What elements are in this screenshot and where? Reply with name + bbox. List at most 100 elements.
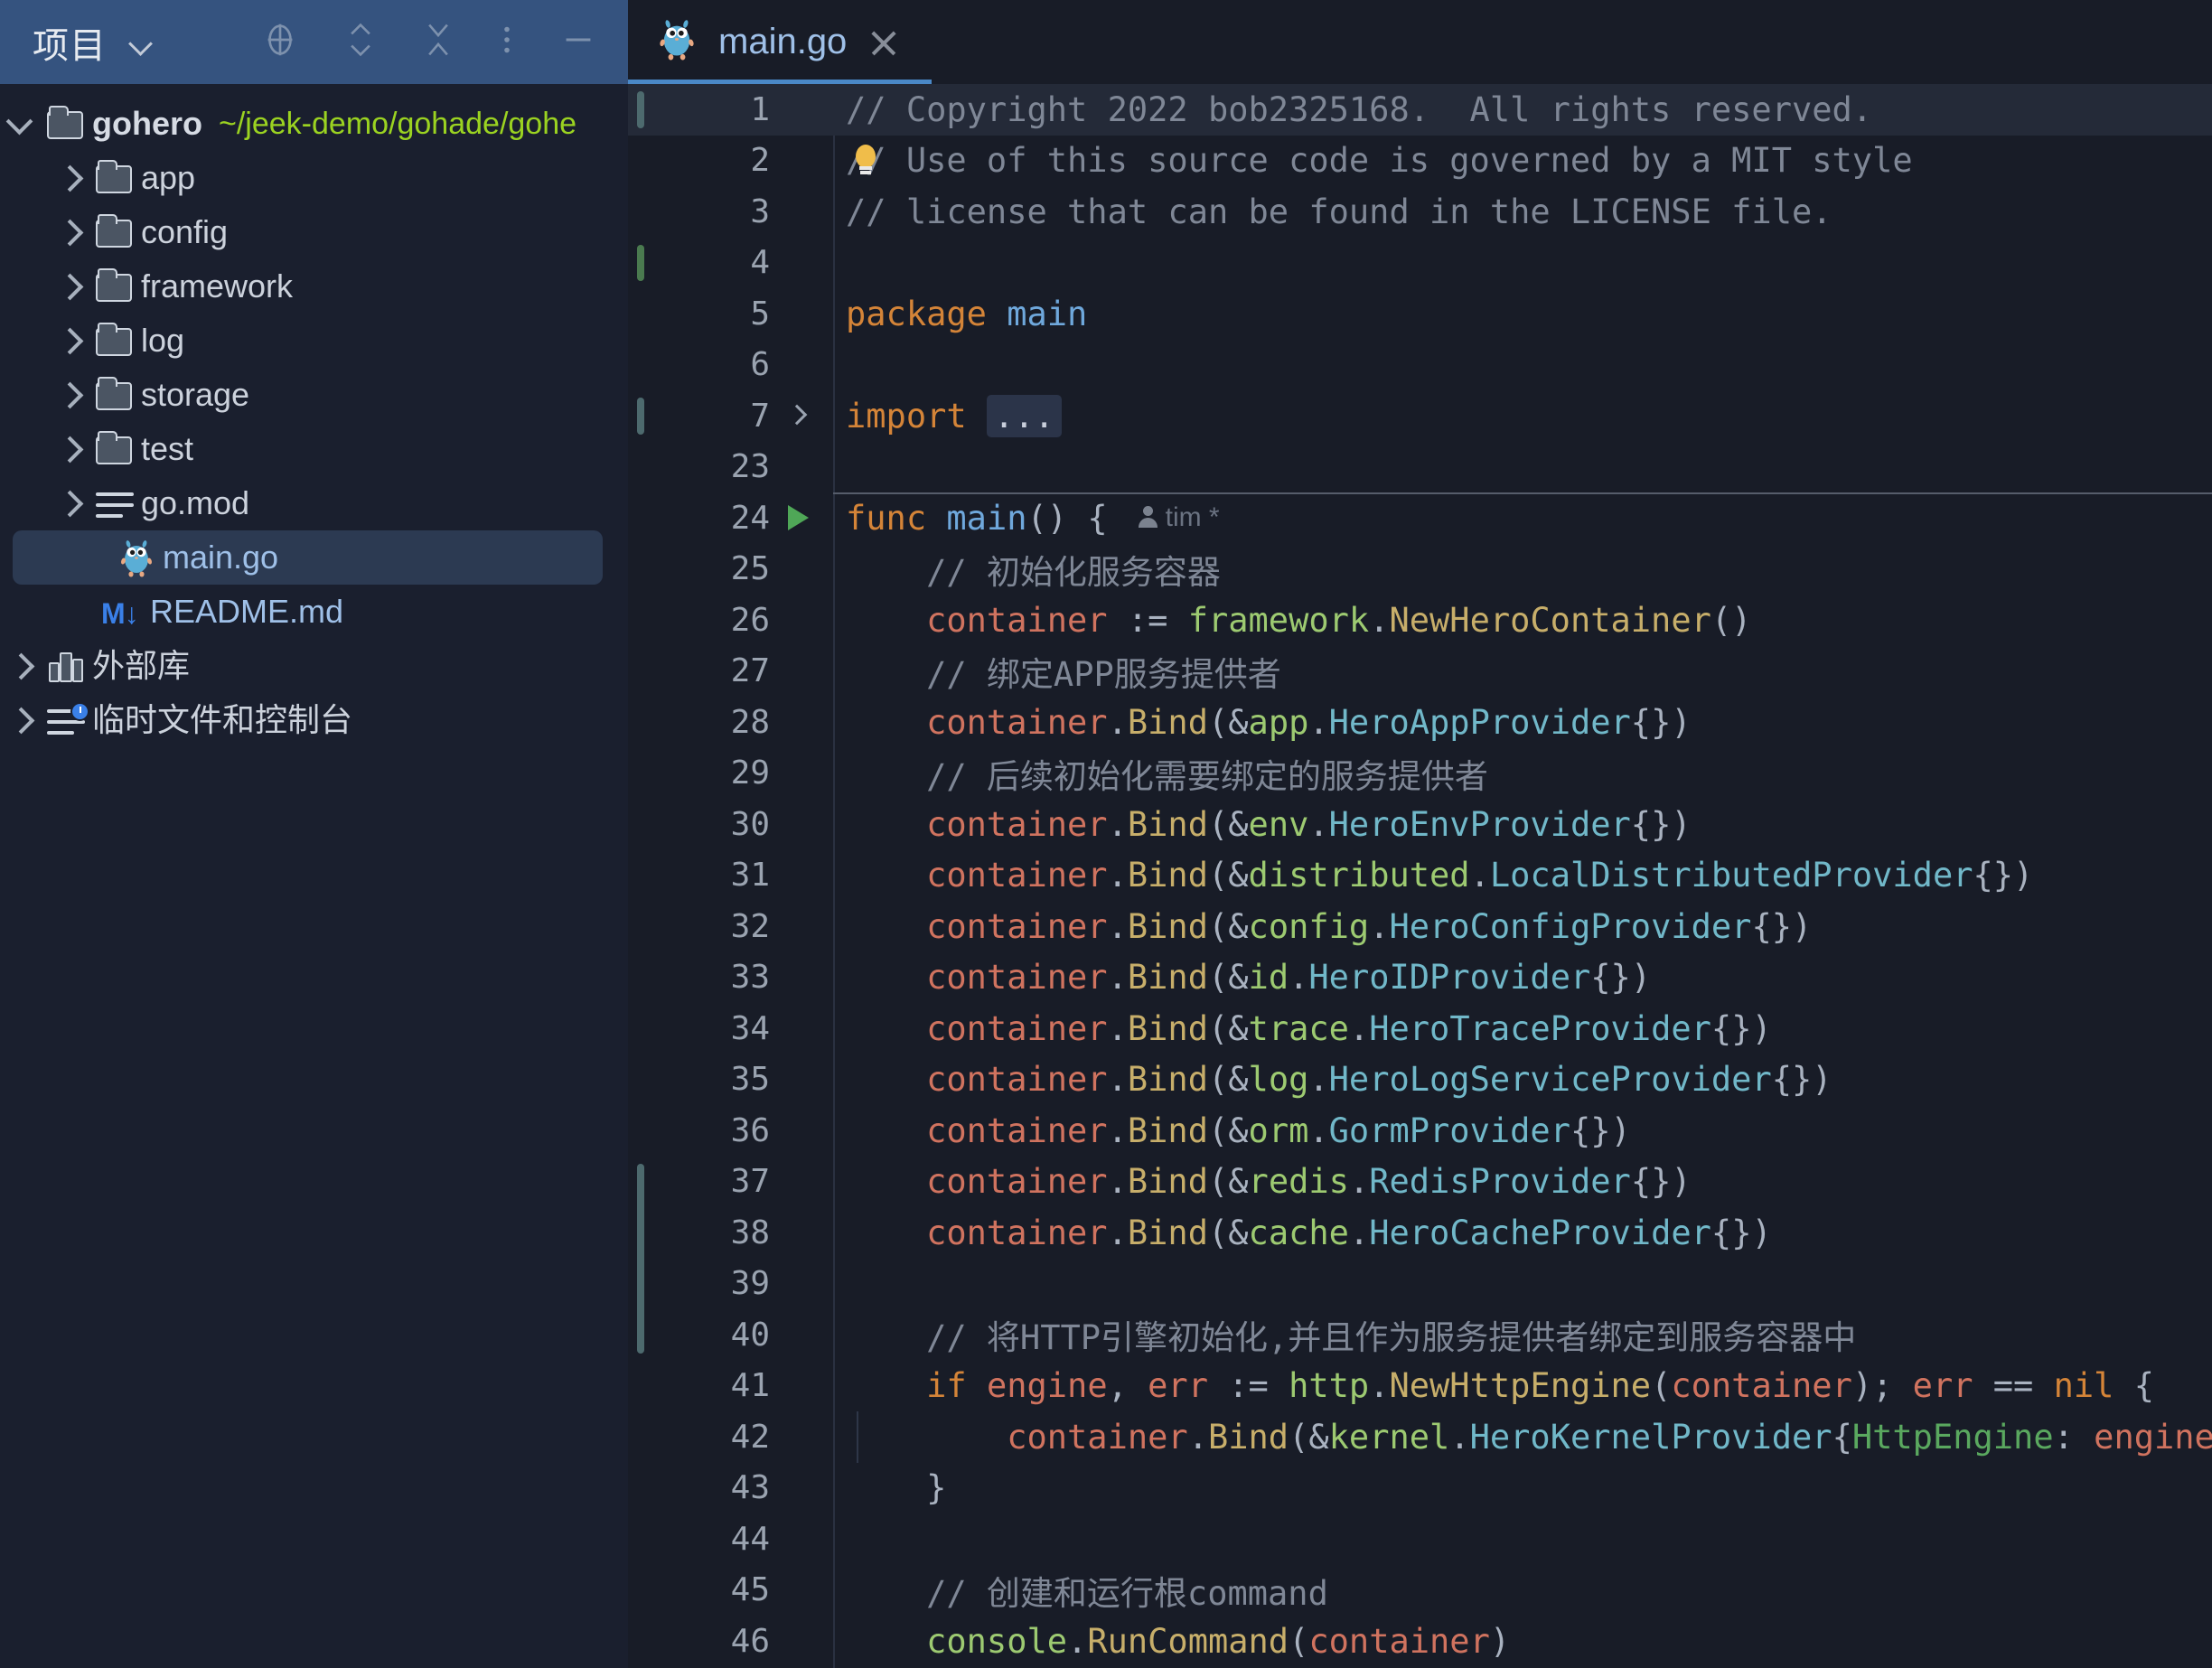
code-line[interactable]: 5 package main — [628, 288, 2212, 340]
code-line[interactable]: 31 container. Bind (& distributed. LocalDist… — [628, 850, 2212, 902]
code-line[interactable]: 35 container. Bind (& log. HeroLogServicePro… — [628, 1054, 2212, 1106]
code-line[interactable]: 2 // Use of this source code is governed … — [628, 136, 2212, 187]
code-line[interactable]: 1 // Copyright 2022 bob2325168. All right… — [628, 84, 2212, 136]
code-token: (& — [1207, 1060, 1249, 1100]
close-icon[interactable] — [868, 27, 899, 58]
line-number: 39 — [730, 1265, 770, 1303]
code-token: package — [846, 294, 1008, 333]
code-line[interactable]: 41 if engine, err := http. NewHttpEngine(… — [628, 1361, 2212, 1412]
code-token: . — [1308, 702, 1329, 742]
code-line[interactable]: 25 // 初始化服务容器 — [628, 544, 2212, 595]
code-line[interactable]: 23 — [628, 442, 2212, 493]
code-line[interactable]: 45 // 创建和运行根command — [628, 1565, 2212, 1616]
tree-item-external-libraries[interactable]: 外部库 — [0, 639, 628, 693]
code-token: RedisProvider — [1369, 1162, 1631, 1202]
code-line[interactable]: 40 // 将HTTP引擎初始化,并且作为服务提供者绑定到服务容器中 — [628, 1309, 2212, 1361]
line-gutter: 25 — [628, 544, 777, 595]
chevron-right-icon[interactable] — [0, 646, 40, 686]
code-token: Bind — [1127, 702, 1208, 742]
vcs-change-marker[interactable] — [637, 398, 644, 435]
gutter-markers — [777, 136, 833, 187]
code-token: . — [1348, 1008, 1370, 1048]
code-line[interactable]: 43 } — [628, 1463, 2212, 1514]
code-line[interactable]: 32 container. Bind (& config. HeroConfigProv… — [628, 901, 2212, 952]
gutter-markers — [777, 1513, 833, 1565]
chevron-right-icon[interactable] — [49, 375, 89, 415]
chevron-right-icon[interactable] — [49, 483, 89, 523]
tree-item-scratches-consoles[interactable]: 临时文件和控制台 — [0, 693, 628, 747]
intention-bulb-icon[interactable] — [852, 144, 879, 178]
code-token: (& — [1207, 1213, 1249, 1252]
collapse-all-icon[interactable] — [420, 19, 456, 65]
code-line[interactable]: 33 container. Bind (& id. HeroIDProvider{}) — [628, 952, 2212, 1004]
code-line[interactable]: 3 // license that can be found in the LIC… — [628, 186, 2212, 238]
gutter-markers — [777, 544, 833, 595]
line-number: 44 — [730, 1520, 770, 1558]
tree-item-main-go[interactable]: main.go — [13, 530, 603, 585]
code-line[interactable]: 30 container. Bind (& env. HeroEnvProvider{}… — [628, 799, 2212, 850]
code-line[interactable]: 27 // 绑定APP服务提供者 — [628, 646, 2212, 698]
chevron-right-icon[interactable] — [49, 158, 89, 198]
chevron-down-icon[interactable] — [128, 29, 155, 56]
code-line[interactable]: 26 container := framework. NewHeroContain… — [628, 595, 2212, 646]
code-line[interactable]: 24 func main() {tim * — [628, 492, 2212, 544]
vcs-change-marker[interactable] — [637, 244, 644, 281]
code-line[interactable]: 42 container. Bind (& kernel. HeroKernelProv… — [628, 1411, 2212, 1463]
chevron-right-icon[interactable] — [49, 321, 89, 361]
code-token: RunCommand — [1087, 1621, 1289, 1661]
code-line[interactable]: 6 — [628, 340, 2212, 391]
code-token: container — [1308, 1621, 1490, 1661]
code-line[interactable]: 36 container. Bind (& orm. GormProvider{}) — [628, 1105, 2212, 1157]
chevron-right-icon[interactable] — [49, 429, 89, 469]
code-line[interactable]: 39 — [628, 1259, 2212, 1310]
code-editor[interactable]: 1 // Copyright 2022 bob2325168. All right… — [628, 84, 2212, 1668]
code-line[interactable]: 28 container. Bind (& app. HeroAppProvider{}… — [628, 697, 2212, 748]
line-gutter: 38 — [628, 1207, 777, 1259]
chevron-down-icon[interactable] — [0, 104, 40, 144]
chevron-right-icon[interactable] — [49, 267, 89, 306]
tree-item-readme-md[interactable]: M↓ README.md — [0, 585, 628, 639]
tree-item-storage[interactable]: storage — [0, 368, 628, 422]
vcs-change-marker[interactable] — [637, 1164, 644, 1354]
tree-item-go-mod[interactable]: go.mod — [0, 476, 628, 530]
line-number: 37 — [730, 1163, 770, 1201]
tree-item-app[interactable]: app — [0, 151, 628, 205]
line-content: func main() {tim * — [833, 492, 2212, 544]
code-line[interactable]: 7 import ... — [628, 390, 2212, 442]
expand-collapse-icon[interactable] — [342, 19, 379, 65]
code-line[interactable]: 29 // 后续初始化需要绑定的服务提供者 — [628, 748, 2212, 800]
chevron-right-icon[interactable] — [49, 212, 89, 252]
gutter-markers — [777, 1054, 833, 1106]
more-options-icon[interactable] — [498, 19, 516, 65]
chevron-right-icon[interactable] — [0, 700, 40, 740]
line-content — [833, 1259, 2212, 1310]
tree-item-test[interactable]: test — [0, 422, 628, 476]
editor-area: main.go 1 // Copyright 2022 bob2325168. A… — [628, 0, 2212, 1668]
code-token: : — [2053, 1417, 2095, 1457]
tree-item-gohero[interactable]: gohero ~/jeek-demo/gohade/gohe — [0, 97, 628, 151]
code-line[interactable]: 46 console. RunCommand(container) — [628, 1616, 2212, 1667]
code-line[interactable]: 38 container. Bind (& cache. HeroCacheProvid… — [628, 1207, 2212, 1259]
code-token: { — [2114, 1366, 2154, 1406]
line-number: 2 — [750, 142, 770, 180]
code-token: . — [1187, 1417, 1208, 1457]
vcs-change-marker[interactable] — [637, 91, 644, 128]
fold-expand-icon[interactable] — [790, 408, 806, 424]
locate-icon[interactable] — [259, 19, 301, 65]
line-gutter: 28 — [628, 697, 777, 748]
code-token: Bind — [1207, 1417, 1289, 1457]
tab-main-go[interactable]: main.go — [628, 0, 933, 84]
gutter-markers — [777, 1616, 833, 1667]
code-line[interactable]: 37 container. Bind (& redis. RedisProvider{}… — [628, 1157, 2212, 1208]
tree-item-log[interactable]: log — [0, 314, 628, 368]
line-number: 42 — [730, 1418, 770, 1456]
code-line[interactable]: 34 container. Bind (& trace. HeroTraceProvid… — [628, 1003, 2212, 1054]
code-line[interactable]: 4 — [628, 238, 2212, 289]
code-line[interactable]: 44 — [628, 1513, 2212, 1565]
run-icon[interactable] — [788, 505, 809, 531]
line-number: 3 — [750, 192, 770, 230]
tree-item-framework[interactable]: framework — [0, 259, 628, 314]
tree-item-config[interactable]: config — [0, 205, 628, 259]
hide-panel-icon[interactable] — [558, 19, 599, 65]
inline-author-annotation[interactable]: tim * — [1108, 502, 1220, 533]
